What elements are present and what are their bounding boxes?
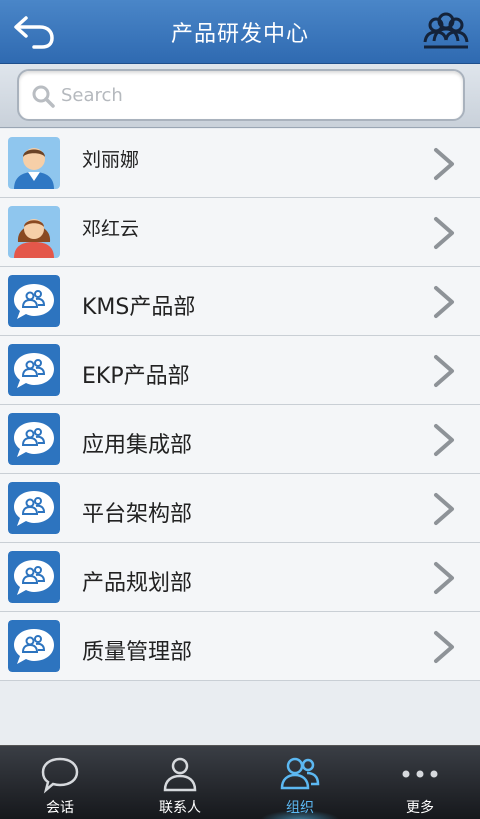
tab-label: 组织: [286, 800, 314, 816]
chevron-right-icon: [434, 562, 454, 594]
list-item-name: 应用集成部: [82, 433, 193, 458]
bottom-tab-bar: 会话 联系人 组织 更多: [0, 745, 480, 819]
search-input[interactable]: [61, 80, 441, 110]
organization-icon[interactable]: [422, 10, 470, 52]
list-item-name: 邓红云: [82, 218, 140, 240]
tab-label: 联系人: [159, 800, 201, 816]
list-item[interactable]: 刘丽娜: [0, 129, 480, 198]
list-item[interactable]: 邓红云: [0, 198, 480, 267]
group-chat-icon: [8, 620, 60, 672]
list-item[interactable]: 质量管理部: [0, 612, 480, 681]
group-icon: [280, 757, 320, 790]
list-item-name: KMS产品部: [82, 295, 196, 320]
title-bar: 产品研发中心: [0, 0, 480, 64]
list-item[interactable]: 平台架构部: [0, 474, 480, 543]
group-chat-icon: [8, 551, 60, 603]
chevron-right-icon: [434, 631, 454, 663]
tab-label: 会话: [46, 800, 74, 816]
male-avatar-icon: [8, 137, 60, 189]
more-dots-icon: [402, 770, 438, 778]
group-chat-icon: [8, 413, 60, 465]
group-chat-icon: [8, 344, 60, 396]
tab-more[interactable]: 更多: [360, 746, 480, 819]
chevron-right-icon: [434, 148, 454, 180]
tab-contacts[interactable]: 联系人: [120, 746, 240, 819]
group-chat-icon: [8, 275, 60, 327]
search-bar: [0, 64, 480, 128]
list-item-name: 产品规划部: [82, 571, 193, 596]
list-item-name: 刘丽娜: [82, 149, 140, 171]
list-item[interactable]: KMS产品部: [0, 267, 480, 336]
chevron-right-icon: [434, 217, 454, 249]
list-item-name: 质量管理部: [82, 640, 193, 665]
list-item[interactable]: 产品规划部: [0, 543, 480, 612]
chevron-right-icon: [434, 286, 454, 318]
list-item[interactable]: EKP产品部: [0, 336, 480, 405]
page-title: 产品研发中心: [170, 22, 309, 47]
chevron-right-icon: [434, 355, 454, 387]
tab-conversations[interactable]: 会话: [0, 746, 120, 819]
female-avatar-icon: [8, 206, 60, 258]
search-box[interactable]: [17, 69, 465, 121]
group-chat-icon: [8, 482, 60, 534]
person-icon: [163, 757, 197, 792]
chevron-right-icon: [434, 493, 454, 525]
tab-organization[interactable]: 组织: [240, 746, 360, 819]
search-icon: [32, 85, 55, 108]
chevron-right-icon: [434, 424, 454, 456]
tab-label: 更多: [406, 800, 434, 816]
list-item[interactable]: 应用集成部: [0, 405, 480, 474]
contact-list: 刘丽娜 邓红云 KMS产品部 EKP产品部 应用集成部 平台架构部 产品规划部 …: [0, 129, 480, 681]
chat-bubble-icon: [41, 757, 79, 794]
list-item-name: 平台架构部: [82, 502, 193, 527]
list-item-name: EKP产品部: [82, 364, 190, 389]
